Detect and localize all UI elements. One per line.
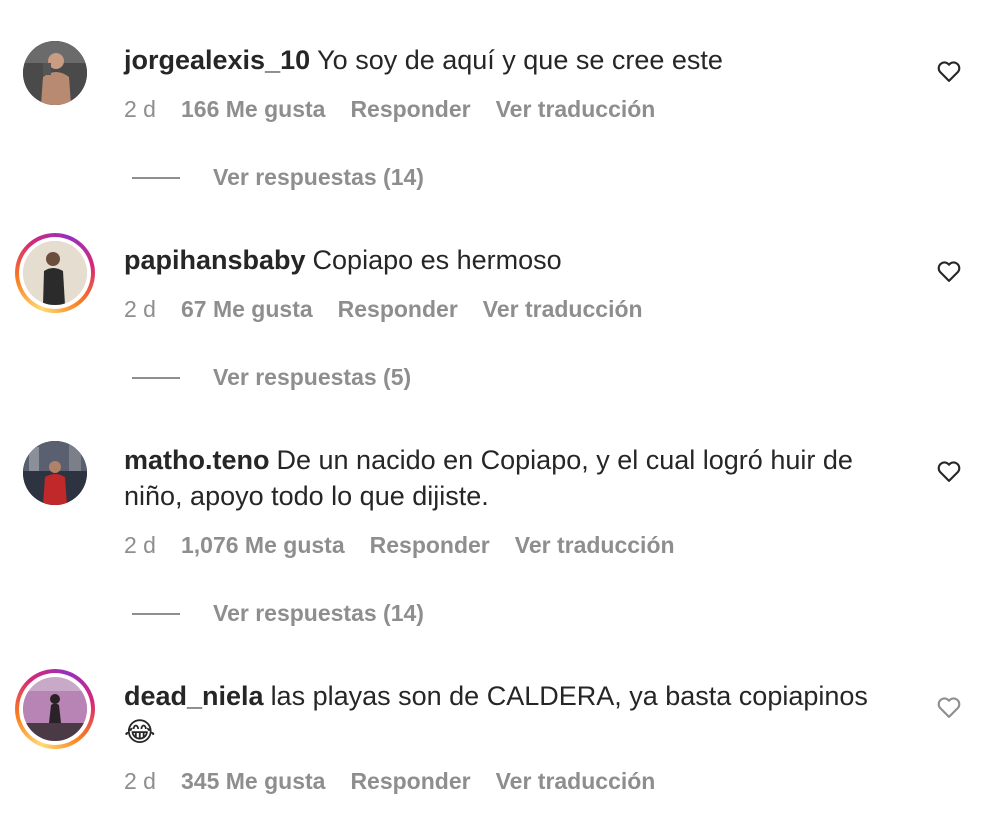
comment-time[interactable]: 2 d	[124, 766, 156, 796]
laughing-emoji-icon: 😂	[124, 717, 156, 747]
comment-username[interactable]: matho.teno	[124, 445, 270, 475]
comment-text: jorgealexis_10 Yo soy de aquí y que se cr…	[124, 42, 914, 78]
comment-meta: 2 d 345 Me gusta Responder Ver traducció…	[124, 766, 655, 796]
view-replies-label: Ver respuestas (14)	[213, 600, 424, 626]
view-replies-button[interactable]: Ver respuestas (14)	[132, 600, 424, 627]
comment-username[interactable]: dead_niela	[124, 681, 264, 711]
likes-count[interactable]: 1,076 Me gusta	[181, 530, 345, 560]
view-replies-label: Ver respuestas (14)	[213, 164, 424, 190]
comment-time[interactable]: 2 d	[124, 530, 156, 560]
comment-body: Copiapo es hermoso	[312, 245, 562, 275]
comment-text: matho.teno De un nacido en Copiapo, y el …	[124, 442, 914, 514]
reply-button[interactable]: Responder	[338, 294, 458, 324]
translate-button[interactable]: Ver traducción	[515, 530, 675, 560]
heart-outline-icon[interactable]	[935, 57, 963, 85]
translate-button[interactable]: Ver traducción	[483, 294, 643, 324]
reply-button[interactable]: Responder	[350, 766, 470, 796]
comment-username[interactable]: jorgealexis_10	[124, 45, 310, 75]
comment-text: dead_niela las playas son de CALDERA, ya …	[124, 678, 914, 750]
comment-time[interactable]: 2 d	[124, 294, 156, 324]
translate-button[interactable]: Ver traducción	[496, 94, 656, 124]
replies-divider	[132, 376, 180, 379]
avatar[interactable]	[23, 41, 87, 105]
avatar-story-ring[interactable]	[15, 669, 95, 749]
avatar	[23, 241, 87, 305]
view-replies-button[interactable]: Ver respuestas (14)	[132, 164, 424, 191]
heart-outline-icon[interactable]	[935, 257, 963, 285]
avatar	[23, 677, 87, 741]
view-replies-label: Ver respuestas (5)	[213, 364, 412, 390]
comment-body: las playas son de CALDERA, ya basta copi…	[270, 681, 868, 711]
replies-divider	[132, 176, 180, 179]
heart-outline-icon[interactable]	[935, 457, 963, 485]
comment-username[interactable]: papihansbaby	[124, 245, 306, 275]
heart-outline-icon[interactable]	[935, 693, 963, 721]
reply-button[interactable]: Responder	[350, 94, 470, 124]
comment-meta: 2 d 1,076 Me gusta Responder Ver traducc…	[124, 530, 675, 560]
comment-meta: 2 d 67 Me gusta Responder Ver traducción	[124, 294, 643, 324]
reply-button[interactable]: Responder	[370, 530, 490, 560]
likes-count[interactable]: 166 Me gusta	[181, 94, 325, 124]
comment-meta: 2 d 166 Me gusta Responder Ver traducció…	[124, 94, 655, 124]
avatar[interactable]	[23, 441, 87, 505]
translate-button[interactable]: Ver traducción	[496, 766, 656, 796]
comment-text: papihansbaby Copiapo es hermoso	[124, 242, 914, 278]
view-replies-button[interactable]: Ver respuestas (5)	[132, 364, 411, 391]
avatar-story-ring[interactable]	[15, 233, 95, 313]
likes-count[interactable]: 67 Me gusta	[181, 294, 313, 324]
comment-time[interactable]: 2 d	[124, 94, 156, 124]
replies-divider	[132, 612, 180, 615]
likes-count[interactable]: 345 Me gusta	[181, 766, 325, 796]
comment-body: Yo soy de aquí y que se cree este	[317, 45, 723, 75]
